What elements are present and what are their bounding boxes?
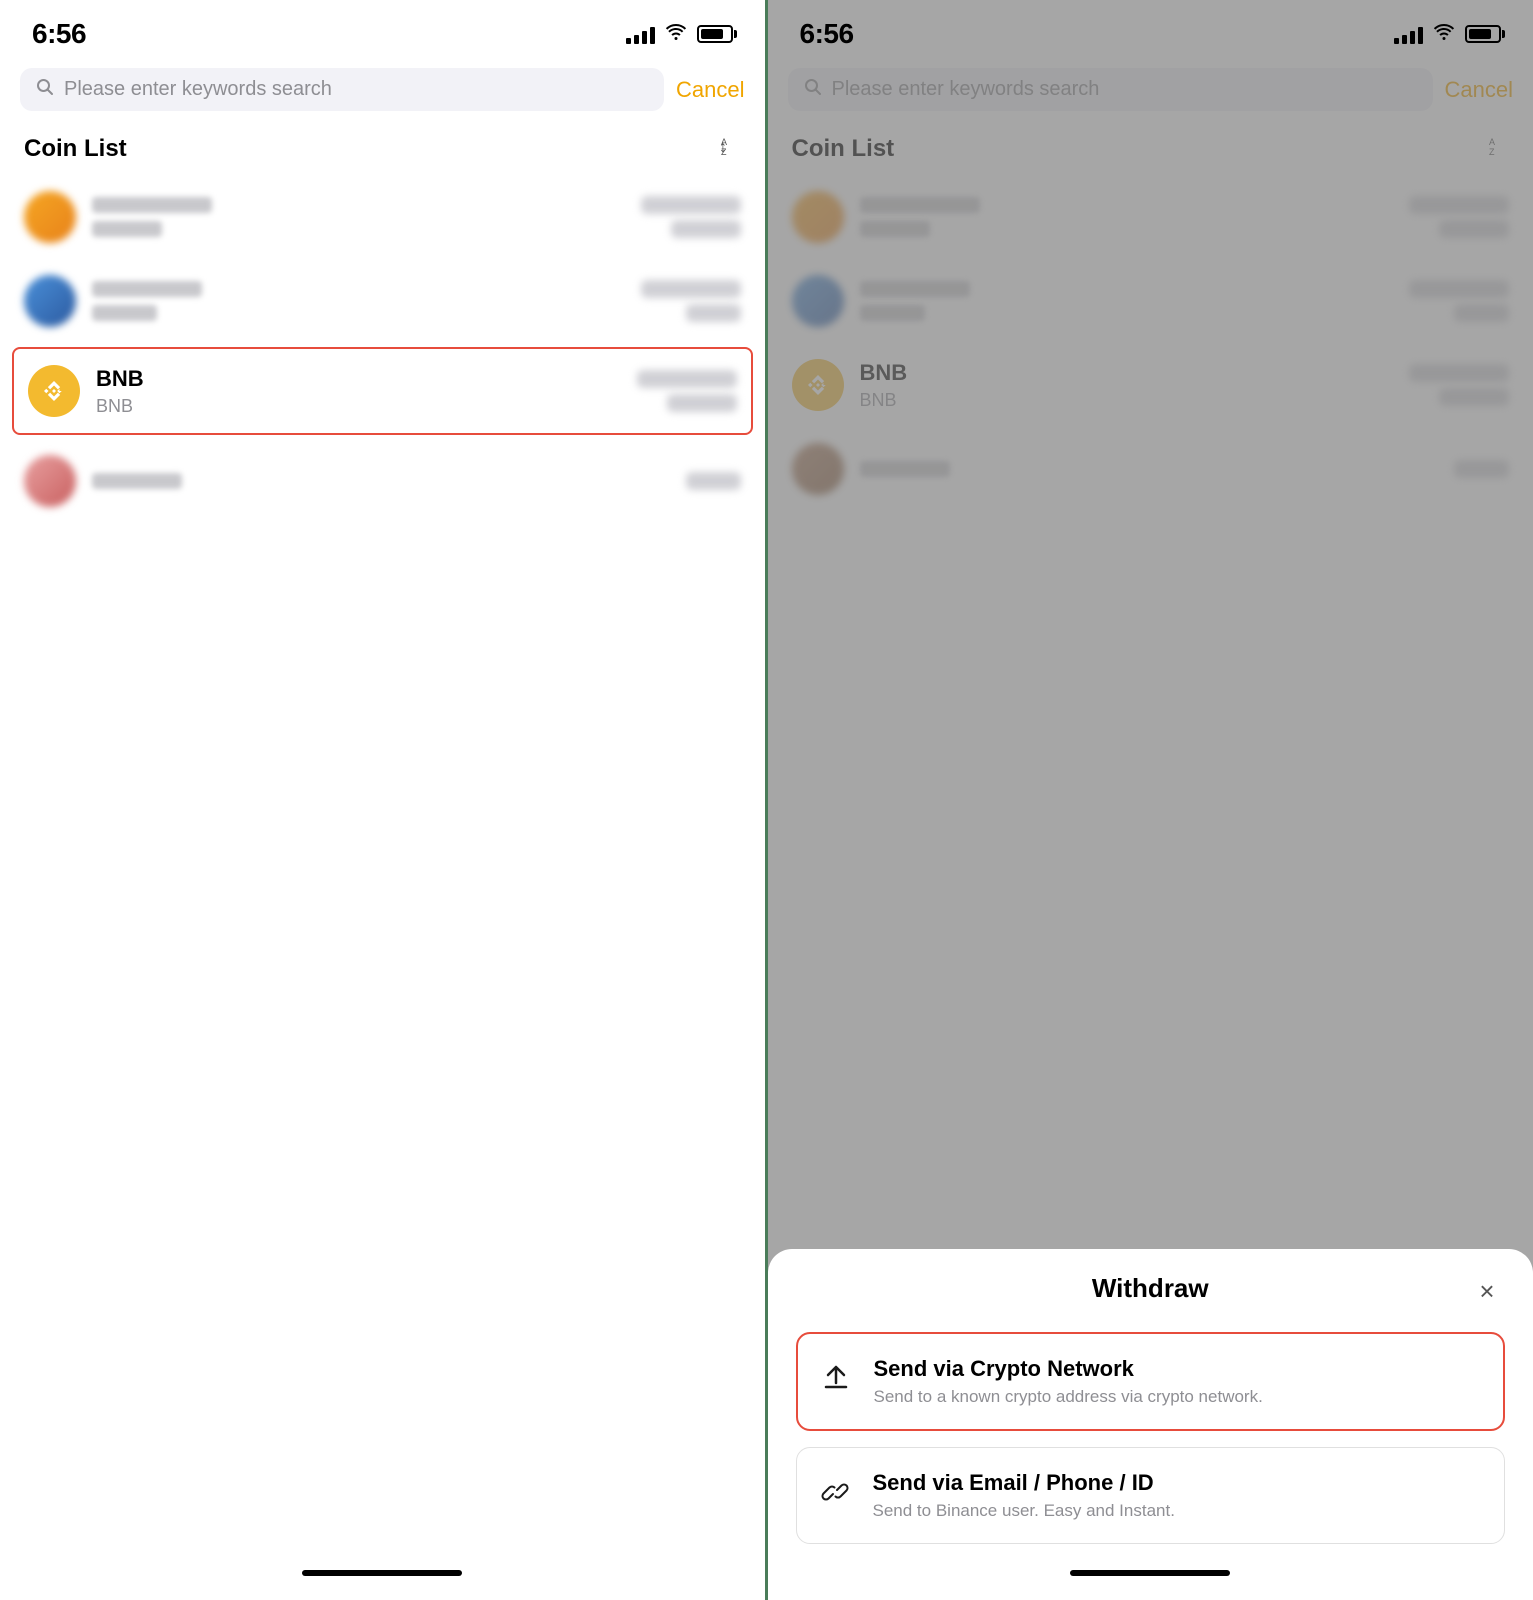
search-bar-left[interactable]: Please enter keywords search: [20, 68, 664, 111]
status-icons-left: [626, 23, 733, 46]
modal-title: Withdraw: [1092, 1273, 1209, 1304]
status-bar-left: 6:56: [0, 0, 765, 60]
send-email-title: Send via Email / Phone / ID: [873, 1470, 1485, 1496]
coin-value-blurred: [686, 472, 741, 490]
bnb-symbol: BNB: [96, 396, 621, 417]
coin-info-blurred: [92, 473, 670, 489]
upload-icon: [818, 1363, 854, 1400]
left-panel: 6:56: [0, 0, 765, 1600]
coin-symbol-blurred: [92, 305, 157, 321]
bnb-name: BNB: [96, 366, 621, 392]
home-bar-right: [1070, 1570, 1230, 1576]
coin-list-left: BNB BNB: [0, 175, 765, 1558]
coin-avatar-blurred: [24, 191, 76, 243]
coin-value-blurred: [641, 280, 741, 322]
coin-avatar-blurred: [24, 455, 76, 507]
home-indicator-right: [768, 1558, 1533, 1600]
home-bar-left: [302, 1570, 462, 1576]
modal-header: Withdraw ×: [796, 1273, 1506, 1304]
time-left: 6:56: [32, 18, 86, 50]
signal-icon-left: [626, 24, 655, 44]
withdraw-modal: Withdraw × Send via Crypto Network Send …: [768, 1249, 1533, 1600]
send-crypto-desc: Send to a known crypto address via crypt…: [874, 1387, 1484, 1407]
coin-value-blurred: [641, 196, 741, 238]
svg-text:A: A: [721, 137, 727, 147]
send-crypto-network-option[interactable]: Send via Crypto Network Send to a known …: [796, 1332, 1506, 1431]
send-email-text: Send via Email / Phone / ID Send to Bina…: [873, 1470, 1485, 1521]
sort-icon-left[interactable]: ↕ A Z: [719, 135, 741, 163]
coin-name-blurred: [92, 473, 182, 489]
coin-info-blurred: [92, 281, 625, 321]
cancel-button-left[interactable]: Cancel: [676, 77, 744, 103]
send-email-phone-option[interactable]: Send via Email / Phone / ID Send to Bina…: [796, 1447, 1506, 1544]
coin-info-blurred: [92, 197, 625, 237]
bnb-list-item[interactable]: BNB BNB: [12, 347, 753, 435]
coin-avatar-blurred: [24, 275, 76, 327]
search-placeholder-left: Please enter keywords search: [64, 78, 332, 101]
right-panel: 6:56: [768, 0, 1533, 1600]
battery-icon-left: [697, 25, 733, 43]
send-crypto-text: Send via Crypto Network Send to a known …: [874, 1356, 1484, 1407]
list-item[interactable]: [0, 439, 765, 523]
search-icon-left: [36, 78, 54, 101]
modal-overlay: Withdraw × Send via Crypto Network Send …: [768, 0, 1533, 1600]
modal-close-button[interactable]: ×: [1469, 1273, 1505, 1309]
send-email-desc: Send to Binance user. Easy and Instant.: [873, 1501, 1485, 1521]
coin-list-title-left: Coin List: [24, 135, 127, 163]
bnb-avatar: [28, 365, 80, 417]
send-crypto-title: Send via Crypto Network: [874, 1356, 1484, 1382]
coin-name-blurred: [92, 281, 202, 297]
coin-symbol-blurred: [92, 221, 162, 237]
coin-list-header-left: Coin List ↕ A Z: [0, 119, 765, 175]
link-icon: [817, 1477, 853, 1514]
bnb-value: [637, 370, 737, 412]
coin-name-blurred: [92, 197, 212, 213]
list-item[interactable]: [0, 259, 765, 343]
list-item[interactable]: [0, 175, 765, 259]
svg-text:Z: Z: [721, 147, 727, 157]
bnb-info: BNB BNB: [96, 366, 621, 417]
search-container-left: Please enter keywords search Cancel: [0, 60, 765, 119]
home-indicator-left: [0, 1558, 765, 1600]
wifi-icon-left: [665, 23, 687, 46]
